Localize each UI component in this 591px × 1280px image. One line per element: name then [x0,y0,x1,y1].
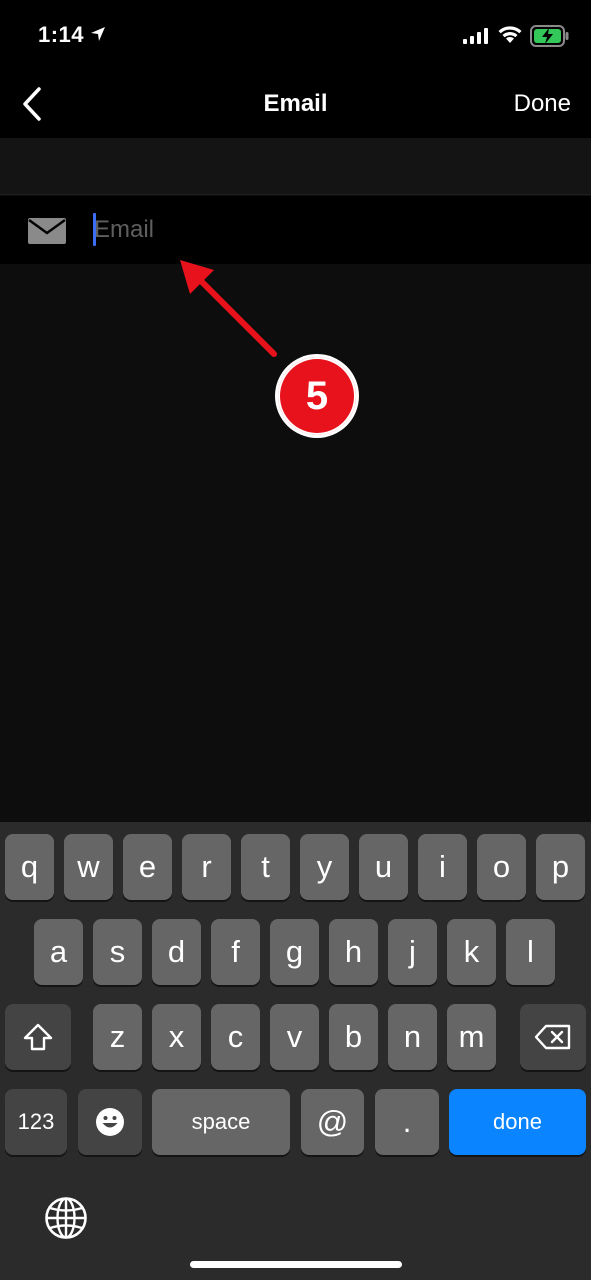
at-key[interactable]: @ [301,1089,364,1155]
status-bar: 1:14 [0,0,591,72]
wifi-icon [497,24,523,49]
home-indicator[interactable] [190,1261,402,1268]
battery-charging-icon [530,25,570,52]
key-d[interactable]: d [152,919,201,985]
shift-key[interactable] [5,1004,71,1070]
key-o[interactable]: o [477,834,526,900]
key-u[interactable]: u [359,834,408,900]
key-k[interactable]: k [447,919,496,985]
emoji-key[interactable] [78,1089,142,1155]
email-input[interactable] [93,210,563,250]
annotation-step-badge: 5 [278,357,356,435]
space-key[interactable]: space [152,1089,290,1155]
numbers-key[interactable]: 123 [5,1089,67,1155]
done-button[interactable]: Done [514,90,571,118]
period-key[interactable]: . [375,1089,439,1155]
key-z[interactable]: z [93,1004,142,1070]
backspace-icon [534,1024,571,1050]
key-q[interactable]: q [5,834,54,900]
text-cursor [93,213,96,246]
keyboard-done-key[interactable]: done [449,1089,586,1155]
key-y[interactable]: y [300,834,349,900]
key-v[interactable]: v [270,1004,319,1070]
cellular-signal-icon [463,28,489,49]
location-arrow-icon [90,26,106,47]
key-b[interactable]: b [329,1004,378,1070]
globe-icon[interactable] [44,1196,88,1245]
key-c[interactable]: c [211,1004,260,1070]
key-r[interactable]: r [182,834,231,900]
page-title: Email [263,90,328,117]
key-f[interactable]: f [211,919,260,985]
navigation-bar: Email Done [0,72,591,138]
keyboard: q w e r t y u i o p a s d f g h j k l z … [0,822,591,1280]
mail-icon [28,218,66,249]
shift-arrow-icon [23,1023,53,1051]
delete-key[interactable] [520,1004,586,1070]
key-m[interactable]: m [447,1004,496,1070]
key-g[interactable]: g [270,919,319,985]
key-h[interactable]: h [329,919,378,985]
email-field-row [0,196,591,264]
key-p[interactable]: p [536,834,585,900]
key-n[interactable]: n [388,1004,437,1070]
key-l[interactable]: l [506,919,555,985]
key-i[interactable]: i [418,834,467,900]
key-j[interactable]: j [388,919,437,985]
key-a[interactable]: a [34,919,83,985]
status-time: 1:14 [38,22,85,47]
key-e[interactable]: e [123,834,172,900]
key-t[interactable]: t [241,834,290,900]
section-spacer [0,138,591,195]
emoji-icon [96,1108,124,1136]
key-s[interactable]: s [93,919,142,985]
annotation-arrow [180,260,277,357]
key-w[interactable]: w [64,834,113,900]
key-x[interactable]: x [152,1004,201,1070]
